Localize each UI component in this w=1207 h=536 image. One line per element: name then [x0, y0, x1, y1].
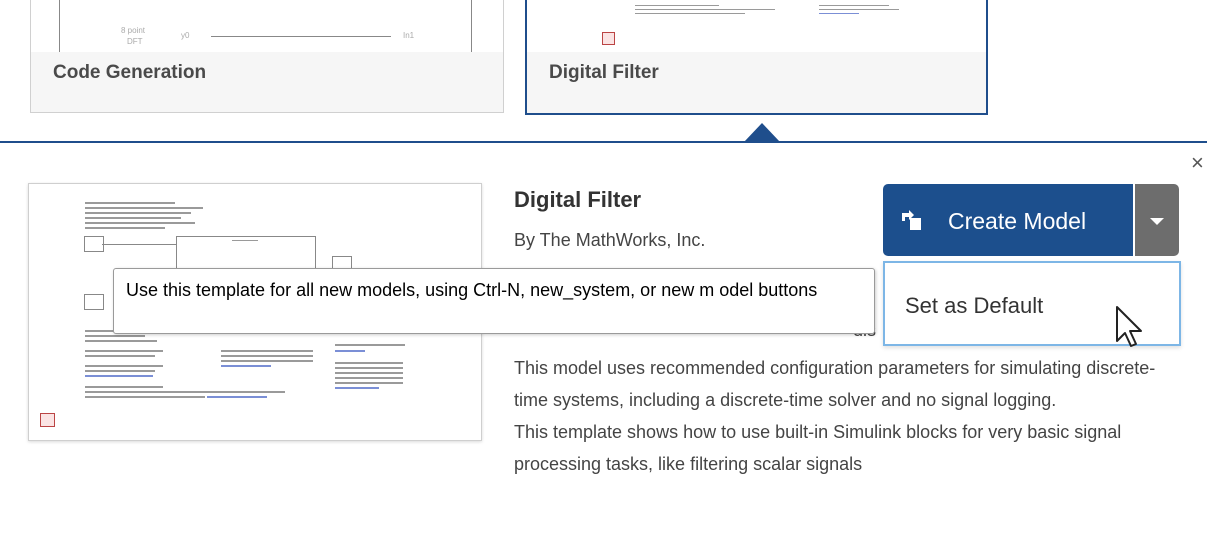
preview-text-line	[221, 350, 313, 352]
preview-text-line	[85, 391, 285, 393]
template-card-code-generation[interactable]: 8 point DFT y0 In1 Code Generation	[30, 0, 504, 113]
detail-panel-divider	[0, 141, 1207, 143]
preview-link-line	[221, 365, 271, 367]
close-icon[interactable]: ×	[1191, 150, 1204, 176]
preview-text-line	[335, 372, 403, 374]
create-model-dropdown-button[interactable]	[1135, 184, 1179, 256]
preview-text-line	[85, 227, 165, 229]
preview-text-line	[85, 335, 145, 337]
preview-link-line	[335, 387, 379, 389]
preview-text-line	[85, 207, 203, 209]
mouse-pointer-icon	[1116, 306, 1142, 347]
create-model-button[interactable]: Create Model	[883, 184, 1133, 256]
preview-text-line	[85, 355, 155, 357]
preview-text-line	[85, 386, 163, 388]
thumb-wire	[59, 0, 60, 52]
create-model-label: Create Model	[948, 208, 1087, 234]
template-description: This model uses recommended configuratio…	[514, 352, 1174, 480]
preview-text-line	[335, 367, 403, 369]
preview-text-line	[335, 377, 403, 379]
thumb-text-line	[819, 5, 889, 6]
thumb-label: In1	[403, 31, 415, 40]
preview-text-line	[232, 240, 258, 241]
preview-text-line	[85, 365, 163, 367]
preview-link-line	[335, 350, 365, 352]
simulink-logo-icon	[40, 413, 55, 427]
preview-text-line	[85, 370, 155, 372]
thumb-text-line	[635, 13, 745, 14]
card-title: Digital Filter	[549, 62, 659, 83]
preview-link-line	[85, 375, 153, 377]
preview-text-line	[221, 360, 313, 362]
description-paragraph: This template shows how to use built-in …	[514, 422, 1122, 474]
thumb-label: y0	[181, 31, 190, 40]
thumb-label: DFT	[127, 37, 143, 46]
create-model-icon	[902, 210, 921, 230]
template-card-digital-filter[interactable]: Digital Filter	[525, 0, 988, 115]
preview-text-line	[85, 222, 195, 224]
preview-text-line	[85, 350, 163, 352]
thumb-wire	[471, 0, 472, 52]
caret-down-icon	[1150, 218, 1164, 225]
thumb-wire	[211, 36, 391, 37]
thumb-text-line	[635, 9, 775, 10]
preview-wire	[102, 244, 176, 245]
simulink-logo-icon	[602, 32, 615, 45]
preview-text-line	[221, 355, 313, 357]
tooltip: Use this template for all new models, us…	[113, 268, 875, 334]
thumb-label: 8 point	[121, 26, 146, 35]
menu-item-set-as-default[interactable]: Set as Default	[905, 293, 1043, 319]
preview-text-line	[335, 382, 403, 384]
preview-text-line	[335, 344, 405, 346]
preview-text-line	[85, 217, 181, 219]
preview-link-line	[207, 396, 267, 398]
preview-text-line	[85, 340, 157, 342]
preview-text-line	[335, 362, 403, 364]
description-paragraph: This model uses recommended configuratio…	[514, 358, 1156, 410]
selection-pointer-icon	[744, 123, 780, 142]
thumb-text-line	[635, 5, 719, 6]
template-author: By The MathWorks, Inc.	[514, 230, 706, 250]
preview-text-line	[85, 396, 205, 398]
template-title: Digital Filter	[514, 187, 642, 212]
preview-text-line	[85, 202, 175, 204]
card-thumbnail	[527, 0, 986, 52]
preview-block	[84, 236, 104, 252]
thumb-text-line	[819, 9, 899, 10]
preview-block	[84, 294, 104, 310]
thumb-text-line	[819, 13, 859, 14]
card-title: Code Generation	[53, 62, 207, 83]
preview-text-line	[85, 212, 191, 214]
card-thumbnail: 8 point DFT y0 In1	[31, 0, 503, 52]
